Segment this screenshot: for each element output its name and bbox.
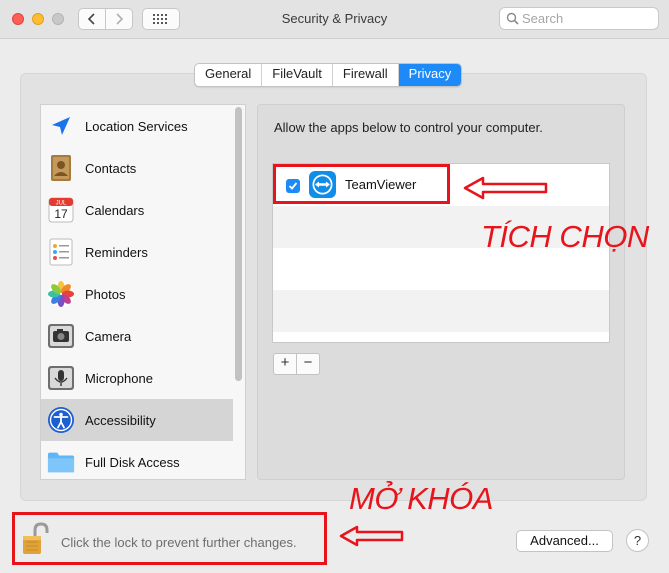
sidebar-item-label: Location Services [85,118,188,134]
search-icon [506,12,519,25]
sidebar-item-reminders[interactable]: Reminders [41,231,233,273]
highlight-box-lock [12,512,327,565]
highlight-box-teamviewer [273,164,450,204]
add-remove-control: + − [273,353,320,375]
add-app-button[interactable]: + [274,354,297,374]
privacy-category-list[interactable]: Location Services Contacts JUL 17 Calenda… [40,104,246,480]
sidebar-item-microphone[interactable]: Microphone [41,357,233,399]
panel-description: Allow the apps below to control your com… [274,120,543,135]
sidebar-item-label: Camera [85,328,132,344]
sidebar-item-contacts[interactable]: Contacts [41,147,233,189]
sidebar-item-label: Full Disk Access [85,454,180,470]
sidebar-item-label: Accessibility [85,412,156,428]
contacts-book-icon [47,154,75,182]
sidebar-item-accessibility[interactable]: Accessibility [41,399,233,441]
help-button[interactable]: ? [626,529,649,552]
tab-privacy[interactable]: Privacy [398,64,462,86]
sidebar-scrollbar[interactable] [235,107,242,381]
tab-firewall[interactable]: Firewall [333,64,399,86]
advanced-button[interactable]: Advanced... [516,530,613,552]
tab-filevault[interactable]: FileVault [262,64,333,86]
annotation-unlock-label: MỞ KHÓA [349,481,493,516]
accessibility-icon [47,406,75,434]
search-field[interactable]: Search [499,7,659,30]
folder-icon [47,448,75,476]
sidebar-item-label: Microphone [85,370,153,386]
sidebar-item-label: Calendars [85,202,145,218]
sidebar-item-calendars[interactable]: JUL 17 Calendars [41,189,233,231]
camera-icon [47,322,75,350]
tab-general[interactable]: General [195,64,263,86]
arrow-left-icon [339,525,404,547]
reminders-icon [47,238,75,266]
sidebar-item-label: Photos [85,286,126,302]
location-arrow-icon [47,112,75,140]
calendar-icon: JUL 17 [47,196,75,224]
svg-text:JUL: JUL [56,201,67,207]
photos-flower-icon [47,280,75,308]
sidebar-item-camera[interactable]: Camera [41,315,233,357]
list-item [273,290,609,332]
tab-bar: General FileVault Firewall Privacy [194,63,463,87]
sidebar-item-photos[interactable]: Photos [41,273,233,315]
arrow-left-icon [463,176,548,200]
remove-app-button[interactable]: − [297,354,319,374]
microphone-icon [47,364,75,392]
sidebar-item-label: Reminders [85,244,148,260]
sidebar-item-location-services[interactable]: Location Services [41,105,233,147]
sidebar-item-label: Contacts [85,160,137,176]
sidebar-item-full-disk-access[interactable]: Full Disk Access [41,441,233,479]
annotation-check-label: TÍCH CHỌN [481,219,649,254]
svg-text:17: 17 [54,207,68,221]
search-placeholder: Search [522,11,564,26]
